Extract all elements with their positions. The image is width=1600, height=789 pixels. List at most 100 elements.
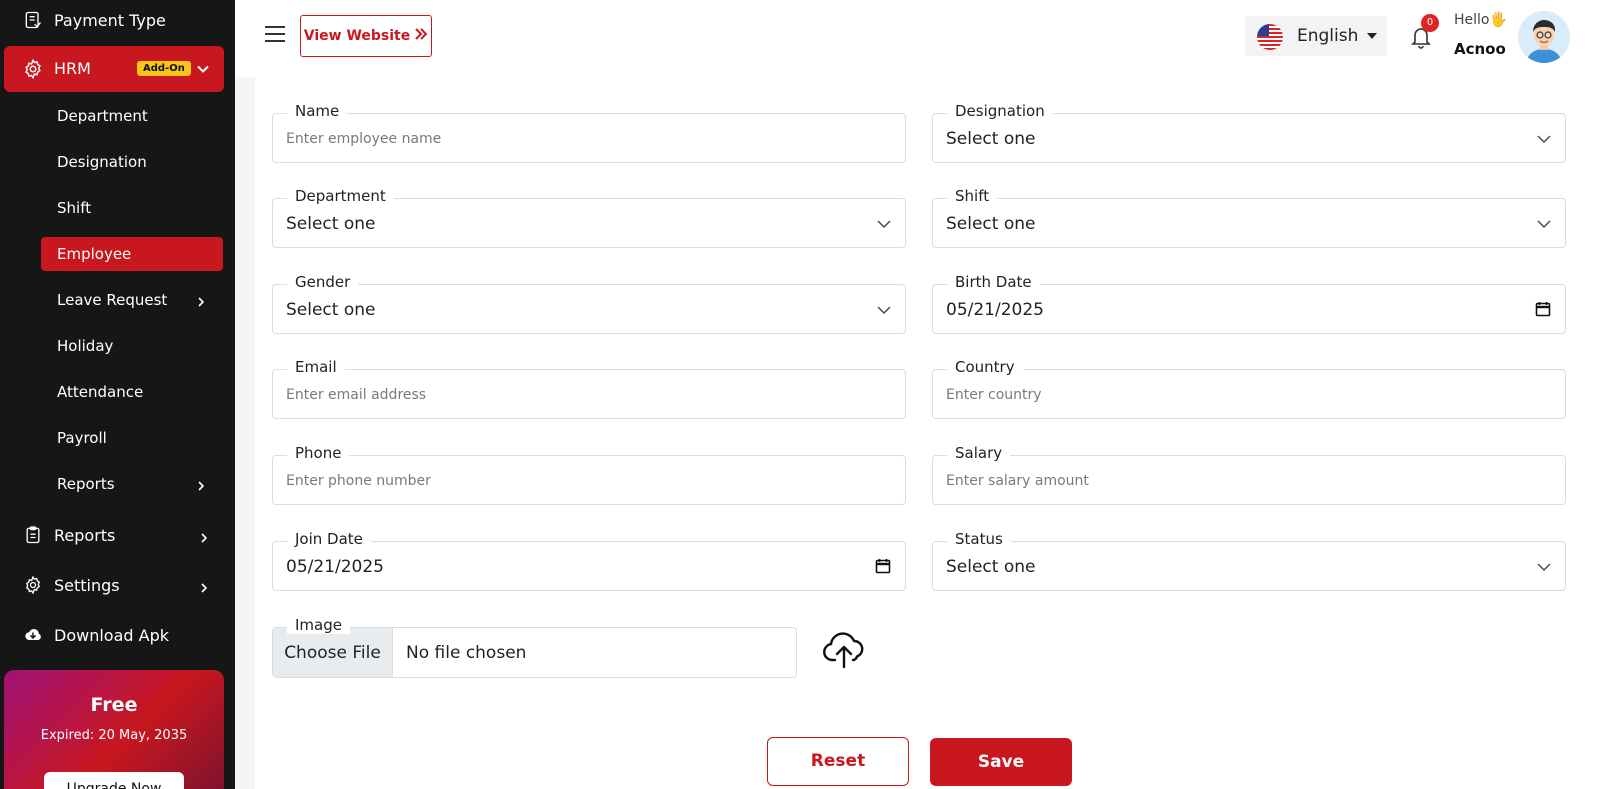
- email-field[interactable]: Email Enter email address: [272, 358, 906, 419]
- view-website-label: View Website: [303, 28, 411, 44]
- reset-button[interactable]: Reset: [767, 737, 909, 786]
- country-label: Country: [947, 358, 1023, 376]
- sidebar-sub-label: Leave Request: [57, 291, 168, 309]
- sidebar-sub-shift[interactable]: Shift: [41, 191, 223, 225]
- department-value: Select one: [286, 214, 376, 234]
- employee-form-card: [255, 77, 1600, 789]
- chevron-right-icon: [195, 294, 207, 307]
- phone-placeholder: Enter phone number: [286, 473, 431, 489]
- view-website-button[interactable]: View Website: [300, 15, 432, 57]
- user-avatar[interactable]: [1518, 11, 1570, 63]
- caret-down-icon: [1367, 33, 1377, 39]
- sidebar-sub-department[interactable]: Department: [41, 99, 223, 133]
- waving-hand-icon: 🖐: [1489, 12, 1507, 28]
- sidebar-item-label: HRM: [54, 59, 91, 78]
- salary-placeholder: Enter salary amount: [946, 473, 1089, 489]
- country-field[interactable]: Country Enter country: [932, 358, 1566, 419]
- birth-date-value: 05/21/2025: [946, 300, 1044, 320]
- sidebar-item-label: Payment Type: [54, 10, 166, 30]
- sidebar-sub-label: Department: [57, 107, 148, 125]
- plan-name: Free: [90, 694, 138, 716]
- addon-badge: Add-On: [137, 61, 191, 76]
- sidebar-sub-holiday[interactable]: Holiday: [41, 329, 223, 363]
- department-label: Department: [287, 187, 394, 205]
- gender-value: Select one: [286, 300, 376, 320]
- sidebar-item-label: Reports: [54, 525, 116, 545]
- email-label: Email: [287, 358, 345, 376]
- hamburger-menu-icon[interactable]: [265, 26, 285, 44]
- language-selector[interactable]: English: [1245, 16, 1387, 56]
- chevron-right-icon: [198, 579, 210, 593]
- designation-value: Select one: [946, 129, 1036, 149]
- payment-icon: [22, 9, 44, 31]
- us-flag-icon: [1257, 24, 1283, 50]
- sidebar-sub-payroll[interactable]: Payroll: [41, 421, 223, 455]
- upgrade-now-button[interactable]: Upgrade Now: [44, 772, 184, 789]
- notification-count-badge: 0: [1421, 14, 1439, 32]
- sidebar-sub-attendance[interactable]: Attendance: [41, 375, 223, 409]
- calendar-icon[interactable]: [875, 558, 891, 574]
- sidebar: Payment Type HRM Add-On Department Desig…: [0, 0, 235, 789]
- chevron-down-icon: [877, 302, 891, 316]
- status-select[interactable]: Status Select one: [932, 530, 1566, 591]
- gear-icon: [22, 574, 44, 596]
- save-button[interactable]: Save: [930, 738, 1072, 786]
- choose-file-button[interactable]: Choose File: [273, 628, 393, 677]
- join-date-value: 05/21/2025: [286, 557, 384, 577]
- chevron-down-icon: [1537, 216, 1551, 230]
- chevron-right-icon: [195, 478, 207, 491]
- department-select[interactable]: Department Select one: [272, 187, 906, 248]
- birth-date-label: Birth Date: [947, 273, 1040, 291]
- calendar-icon[interactable]: [1535, 301, 1551, 317]
- salary-field[interactable]: Salary Enter salary amount: [932, 444, 1566, 505]
- chevron-down-icon: [1537, 131, 1551, 145]
- sidebar-item-payment-type[interactable]: Payment Type: [0, 0, 235, 42]
- join-date-input[interactable]: Join Date 05/21/2025: [272, 530, 906, 591]
- language-label: English: [1297, 26, 1359, 46]
- shift-label: Shift: [947, 187, 998, 205]
- gender-select[interactable]: Gender Select one: [272, 273, 906, 334]
- name-label: Name: [287, 102, 348, 120]
- image-label: Image: [287, 616, 350, 634]
- file-status-text: No file chosen: [406, 643, 527, 663]
- join-date-label: Join Date: [287, 530, 371, 548]
- phone-field[interactable]: Phone Enter phone number: [272, 444, 906, 505]
- chevron-down-icon: [1537, 559, 1551, 573]
- hrm-gear-icon: [22, 58, 44, 80]
- birth-date-input[interactable]: Birth Date 05/21/2025: [932, 273, 1566, 334]
- name-field[interactable]: Name Enter employee name: [272, 102, 906, 163]
- sidebar-sub-label: Payroll: [57, 429, 107, 447]
- sidebar-sub-label: Designation: [57, 153, 147, 171]
- double-chevron-right-icon: [414, 27, 428, 45]
- cloud-upload-icon: [821, 630, 867, 670]
- sidebar-item-download-apk[interactable]: Download Apk: [0, 613, 235, 657]
- status-label: Status: [947, 530, 1011, 548]
- sidebar-item-label: Download Apk: [54, 625, 169, 645]
- sidebar-sub-label: Shift: [57, 199, 92, 217]
- shift-value: Select one: [946, 214, 1036, 234]
- shift-select[interactable]: Shift Select one: [932, 187, 1566, 248]
- sidebar-item-hrm[interactable]: HRM Add-On: [4, 46, 224, 92]
- cloud-download-icon: [22, 624, 44, 646]
- greeting-text: Hello🖐: [1454, 12, 1507, 28]
- image-file-input[interactable]: Choose File No file chosen Image: [272, 616, 797, 678]
- sidebar-sub-label: Employee: [57, 245, 132, 263]
- sidebar-sub-label: Reports: [57, 475, 115, 493]
- country-placeholder: Enter country: [946, 387, 1042, 403]
- sidebar-item-reports[interactable]: Reports: [0, 513, 235, 557]
- greeting-word: Hello: [1454, 12, 1490, 28]
- gender-label: Gender: [287, 273, 359, 291]
- sidebar-sub-employee[interactable]: Employee: [41, 237, 223, 271]
- sidebar-sub-designation[interactable]: Designation: [41, 145, 223, 179]
- sidebar-sub-leave-request[interactable]: Leave Request: [41, 283, 223, 317]
- sidebar-sub-label: Attendance: [57, 383, 144, 401]
- designation-select[interactable]: Designation Select one: [932, 102, 1566, 163]
- plan-promo-card: Free Expired: 20 May, 2035 Upgrade Now: [4, 670, 224, 789]
- chevron-down-icon: [877, 216, 891, 230]
- chevron-right-icon: [198, 529, 210, 543]
- sidebar-sub-reports[interactable]: Reports: [41, 467, 223, 501]
- status-value: Select one: [946, 557, 1036, 577]
- chevron-down-icon: [196, 61, 210, 75]
- top-header: View Website English 0 Hello🖐 Acnoo: [235, 0, 1600, 77]
- sidebar-item-settings[interactable]: Settings: [0, 563, 235, 607]
